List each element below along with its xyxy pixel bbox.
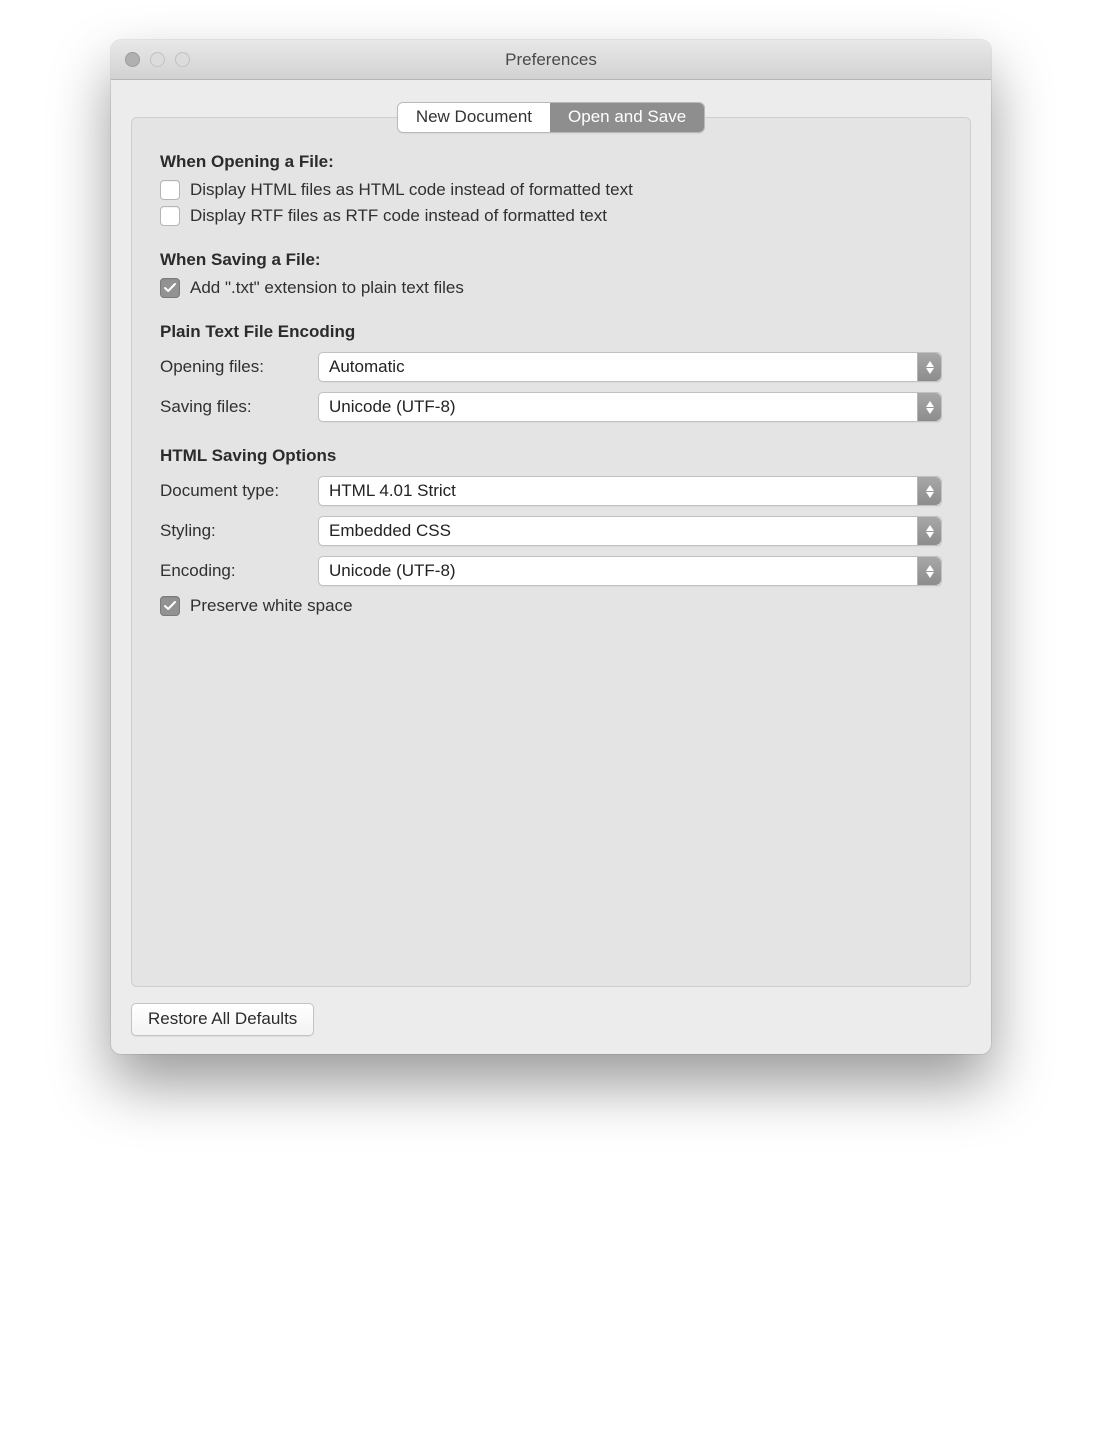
section-when-opening: When Opening a File: Display HTML files …: [160, 152, 942, 226]
row-styling: Styling: Embedded CSS: [160, 516, 942, 546]
footer: Restore All Defaults: [131, 1003, 971, 1036]
select-value-document-type: HTML 4.01 Strict: [329, 481, 456, 501]
select-document-type[interactable]: HTML 4.01 Strict: [318, 476, 942, 506]
checkbox-label-display-rtf: Display RTF files as RTF code instead of…: [190, 206, 607, 226]
select-value-encoding: Unicode (UTF-8): [329, 561, 456, 581]
select-encoding[interactable]: Unicode (UTF-8): [318, 556, 942, 586]
updown-icon: [917, 477, 941, 505]
checkbox-add-txt[interactable]: [160, 278, 180, 298]
label-styling: Styling:: [160, 521, 318, 541]
section-html-saving-options: HTML Saving Options Document type: HTML …: [160, 446, 942, 616]
checkbox-label-add-txt: Add ".txt" extension to plain text files: [190, 278, 464, 298]
titlebar: Preferences: [111, 40, 991, 80]
select-styling[interactable]: Embedded CSS: [318, 516, 942, 546]
row-encoding: Encoding: Unicode (UTF-8): [160, 556, 942, 586]
content-area: New Document Open and Save When Opening …: [111, 80, 991, 1054]
select-value-opening-files: Automatic: [329, 357, 405, 377]
checkbox-display-rtf[interactable]: [160, 206, 180, 226]
tab-new-document[interactable]: New Document: [398, 103, 550, 132]
checkbox-preserve-whitespace[interactable]: [160, 596, 180, 616]
checkbox-label-display-html: Display HTML files as HTML code instead …: [190, 180, 633, 200]
restore-defaults-button[interactable]: Restore All Defaults: [131, 1003, 314, 1036]
checkbox-row-display-rtf: Display RTF files as RTF code instead of…: [160, 206, 942, 226]
tab-open-and-save[interactable]: Open and Save: [550, 103, 704, 132]
tab-group: New Document Open and Save: [397, 102, 705, 133]
row-document-type: Document type: HTML 4.01 Strict: [160, 476, 942, 506]
checkbox-row-preserve-whitespace: Preserve white space: [160, 596, 942, 616]
row-saving-files: Saving files: Unicode (UTF-8): [160, 392, 942, 422]
select-value-saving-files: Unicode (UTF-8): [329, 397, 456, 417]
select-value-styling: Embedded CSS: [329, 521, 451, 541]
heading-plain-text-encoding: Plain Text File Encoding: [160, 322, 942, 342]
preferences-window: Preferences New Document Open and Save W…: [111, 40, 991, 1054]
label-saving-files: Saving files:: [160, 397, 318, 417]
window-controls: [111, 52, 190, 67]
tab-panel: When Opening a File: Display HTML files …: [131, 117, 971, 987]
checkbox-row-add-txt: Add ".txt" extension to plain text files: [160, 278, 942, 298]
heading-when-saving: When Saving a File:: [160, 250, 942, 270]
minimize-icon[interactable]: [150, 52, 165, 67]
label-document-type: Document type:: [160, 481, 318, 501]
label-opening-files: Opening files:: [160, 357, 318, 377]
updown-icon: [917, 557, 941, 585]
zoom-icon[interactable]: [175, 52, 190, 67]
updown-icon: [917, 517, 941, 545]
label-encoding: Encoding:: [160, 561, 318, 581]
section-when-saving: When Saving a File: Add ".txt" extension…: [160, 250, 942, 298]
checkbox-display-html[interactable]: [160, 180, 180, 200]
checkbox-label-preserve-whitespace: Preserve white space: [190, 596, 353, 616]
heading-when-opening: When Opening a File:: [160, 152, 942, 172]
updown-icon: [917, 353, 941, 381]
section-plain-text-encoding: Plain Text File Encoding Opening files: …: [160, 322, 942, 422]
select-saving-files[interactable]: Unicode (UTF-8): [318, 392, 942, 422]
select-opening-files[interactable]: Automatic: [318, 352, 942, 382]
updown-icon: [917, 393, 941, 421]
close-icon[interactable]: [125, 52, 140, 67]
window-title: Preferences: [111, 50, 991, 70]
row-opening-files: Opening files: Automatic: [160, 352, 942, 382]
tab-bar: New Document Open and Save: [131, 102, 971, 133]
heading-html-saving-options: HTML Saving Options: [160, 446, 942, 466]
checkbox-row-display-html: Display HTML files as HTML code instead …: [160, 180, 942, 200]
